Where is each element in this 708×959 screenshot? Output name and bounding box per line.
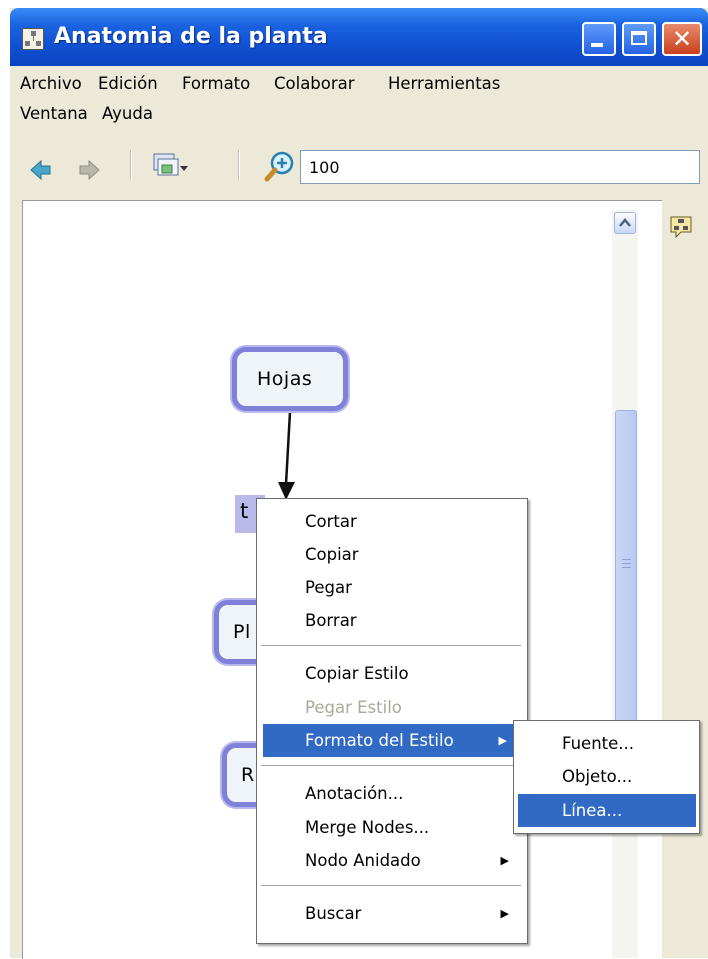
menu-ventana[interactable]: Ventana [16,104,92,123]
node-label: t [240,499,249,523]
menu-item-cortar[interactable]: Cortar [257,505,527,538]
close-button[interactable]: ✕ [662,22,702,56]
submenu-item-fuente[interactable]: Fuente... [514,727,699,760]
menu-item-pegar[interactable]: Pegar [257,571,527,604]
concept-node[interactable]: Hojas [232,347,348,411]
close-icon: ✕ [672,25,693,53]
menu-bar: Archivo Edición Formato Colaborar Herram… [10,66,708,142]
submenu-arrow-icon: ▶ [500,854,509,867]
menu-item-label: Formato del Estilo [305,731,454,750]
menu-separator [261,645,521,646]
zoom-icon[interactable] [264,150,296,182]
concept-map-app-icon [22,28,44,50]
maximize-icon [631,31,647,45]
scroll-thumb[interactable] [615,410,637,730]
menu-ayuda[interactable]: Ayuda [98,104,157,123]
window-title: Anatomia de la planta [54,24,328,49]
menu-separator [261,885,521,886]
menu-item-pegar-estilo: Pegar Estilo [305,698,402,717]
menu-item-nodo-anidado[interactable]: Nodo Anidado ▶ [257,844,527,877]
menu-item-buscar[interactable]: Buscar ▶ [257,897,527,930]
submenu-item-linea[interactable]: Línea... [518,794,696,827]
node-label: Hojas [257,368,313,390]
minimize-button[interactable] [582,22,616,56]
menu-item-label: Nodo Anidado [305,851,421,870]
menu-item-borrar[interactable]: Borrar [257,604,527,637]
menu-colaborar[interactable]: Colaborar [270,74,359,93]
submenu: Fuente... Objeto... Línea... [513,720,700,834]
title-bar[interactable]: Anatomia de la planta ✕ [10,8,708,66]
connector-line[interactable] [270,410,310,500]
toolbar-separator [238,150,240,180]
submenu-item-objeto[interactable]: Objeto... [514,760,699,793]
menu-item-anotacion[interactable]: Anotación... [257,777,527,810]
forward-arrow-icon[interactable] [78,160,100,180]
menu-item-copiar-estilo[interactable]: Copiar Estilo [257,657,527,690]
menu-item-label: Buscar [305,904,362,923]
toolbar-separator [130,150,132,180]
menu-formato[interactable]: Formato [178,74,254,93]
menu-herramientas[interactable]: Herramientas [384,74,504,93]
maximize-button[interactable] [622,22,656,56]
menu-item-merge-nodes[interactable]: Merge Nodes... [257,811,527,844]
menu-archivo[interactable]: Archivo [16,74,86,93]
side-panel [662,200,708,958]
scroll-up-button[interactable] [614,212,636,234]
back-arrow-icon[interactable] [30,160,52,180]
node-label: R [241,764,255,786]
submenu-arrow-icon: ▶ [498,734,507,747]
menu-item-formato-del-estilo[interactable]: Formato del Estilo ▶ [263,724,519,757]
chevron-up-icon [619,218,631,227]
menu-separator [261,765,521,766]
menu-edicion[interactable]: Edición [94,74,162,93]
collaboration-icon[interactable] [668,214,694,240]
minimize-icon [591,43,603,47]
menu-item-copiar[interactable]: Copiar [257,538,527,571]
view-menu-icon[interactable] [152,152,188,186]
node-label: Pl [233,621,251,643]
zoom-input[interactable] [300,150,700,184]
submenu-arrow-icon: ▶ [500,907,509,920]
context-menu: Cortar Copiar Pegar Borrar Copiar Estilo… [256,498,528,944]
